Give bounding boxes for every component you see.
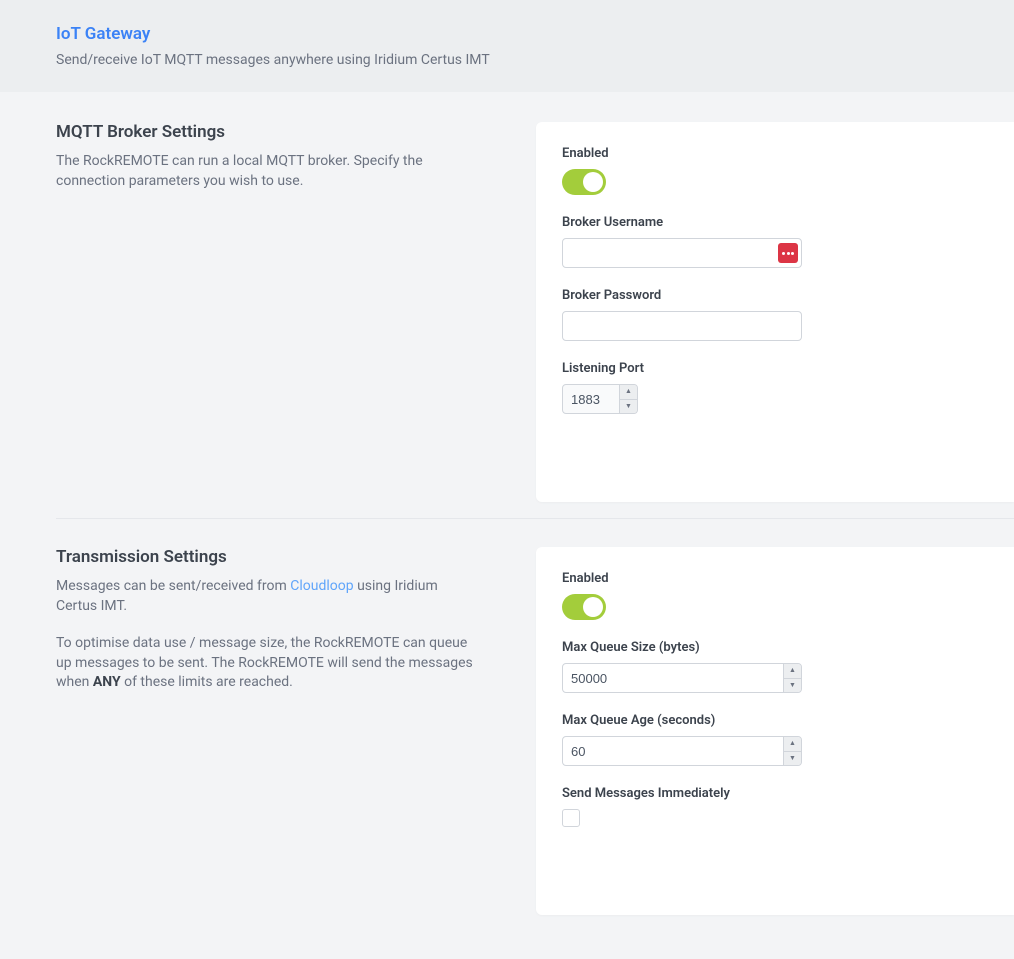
panel-footer	[562, 452, 1014, 502]
broker-settings-desc: The RockREMOTE can run a local MQTT brok…	[56, 152, 476, 191]
transmission-enabled-toggle[interactable]	[562, 594, 606, 620]
section-broker-left: MQTT Broker Settings The RockREMOTE can …	[56, 122, 476, 209]
send-immediately-checkbox[interactable]	[562, 809, 580, 827]
section-divider	[56, 518, 1014, 519]
listening-port-stepper: ▲ ▼	[562, 384, 638, 414]
broker-username-input[interactable]	[562, 238, 802, 268]
toggle-knob	[583, 597, 603, 617]
listening-port-input[interactable]	[563, 385, 619, 413]
page-content: MQTT Broker Settings The RockREMOTE can …	[0, 92, 1014, 959]
section-broker: MQTT Broker Settings The RockREMOTE can …	[56, 122, 1014, 506]
transmission-title: Transmission Settings	[56, 547, 476, 567]
stepper: ▲ ▼	[783, 664, 801, 692]
broker-enabled-label: Enabled	[562, 146, 974, 161]
section-transmission: Transmission Settings Messages can be se…	[56, 547, 1014, 919]
transmission-desc-1: Messages can be sent/received from Cloud…	[56, 577, 476, 616]
panel-footer	[562, 865, 1014, 915]
transmission-desc2-bold: ANY	[93, 674, 121, 690]
step-up-button[interactable]: ▲	[784, 664, 801, 679]
max-queue-size-input[interactable]	[563, 664, 783, 692]
max-queue-size-stepper: ▲ ▼	[562, 663, 802, 693]
step-up-button[interactable]: ▲	[620, 385, 637, 400]
transmission-enabled-label: Enabled	[562, 571, 974, 586]
send-immediately-label: Send Messages Immediately	[562, 786, 974, 801]
broker-password-label: Broker Password	[562, 288, 974, 303]
listening-port-label: Listening Port	[562, 361, 974, 376]
max-queue-size-field: Max Queue Size (bytes) ▲ ▼	[562, 640, 974, 693]
step-down-button[interactable]: ▼	[620, 400, 637, 414]
broker-enabled-field: Enabled	[562, 146, 974, 195]
transmission-desc2-suffix: of these limits are reached.	[121, 674, 293, 690]
stepper: ▲ ▼	[783, 737, 801, 765]
broker-settings-title: MQTT Broker Settings	[56, 122, 476, 142]
broker-username-label: Broker Username	[562, 215, 974, 230]
transmission-enabled-field: Enabled	[562, 571, 974, 620]
broker-panel: Enabled Broker Username	[536, 122, 1014, 502]
max-queue-age-stepper: ▲ ▼	[562, 736, 802, 766]
transmission-desc-prefix: Messages can be sent/received from	[56, 578, 290, 594]
section-transmission-left: Transmission Settings Messages can be se…	[56, 547, 476, 711]
send-immediately-field: Send Messages Immediately	[562, 786, 974, 827]
max-queue-age-input[interactable]	[563, 737, 783, 765]
broker-username-field: Broker Username	[562, 215, 974, 268]
broker-password-field: Broker Password	[562, 288, 974, 341]
transmission-desc-2: To optimise data use / message size, the…	[56, 634, 476, 693]
broker-enabled-toggle[interactable]	[562, 169, 606, 195]
stepper: ▲ ▼	[619, 385, 637, 413]
page-subtitle: Send/receive IoT MQTT messages anywhere …	[56, 52, 958, 68]
cloudloop-link[interactable]: Cloudloop	[290, 578, 353, 594]
broker-password-input[interactable]	[562, 311, 802, 341]
page-header: IoT Gateway Send/receive IoT MQTT messag…	[0, 0, 1014, 92]
listening-port-field: Listening Port ▲ ▼	[562, 361, 974, 414]
step-down-button[interactable]: ▼	[784, 679, 801, 693]
max-queue-age-label: Max Queue Age (seconds)	[562, 713, 974, 728]
transmission-panel: Enabled Max Queue Size (bytes) ▲ ▼	[536, 547, 1014, 915]
step-up-button[interactable]: ▲	[784, 737, 801, 752]
toggle-knob	[583, 172, 603, 192]
max-queue-size-label: Max Queue Size (bytes)	[562, 640, 974, 655]
page-title: IoT Gateway	[56, 24, 958, 44]
max-queue-age-field: Max Queue Age (seconds) ▲ ▼	[562, 713, 974, 766]
step-down-button[interactable]: ▼	[784, 752, 801, 766]
password-manager-icon[interactable]	[778, 243, 798, 263]
